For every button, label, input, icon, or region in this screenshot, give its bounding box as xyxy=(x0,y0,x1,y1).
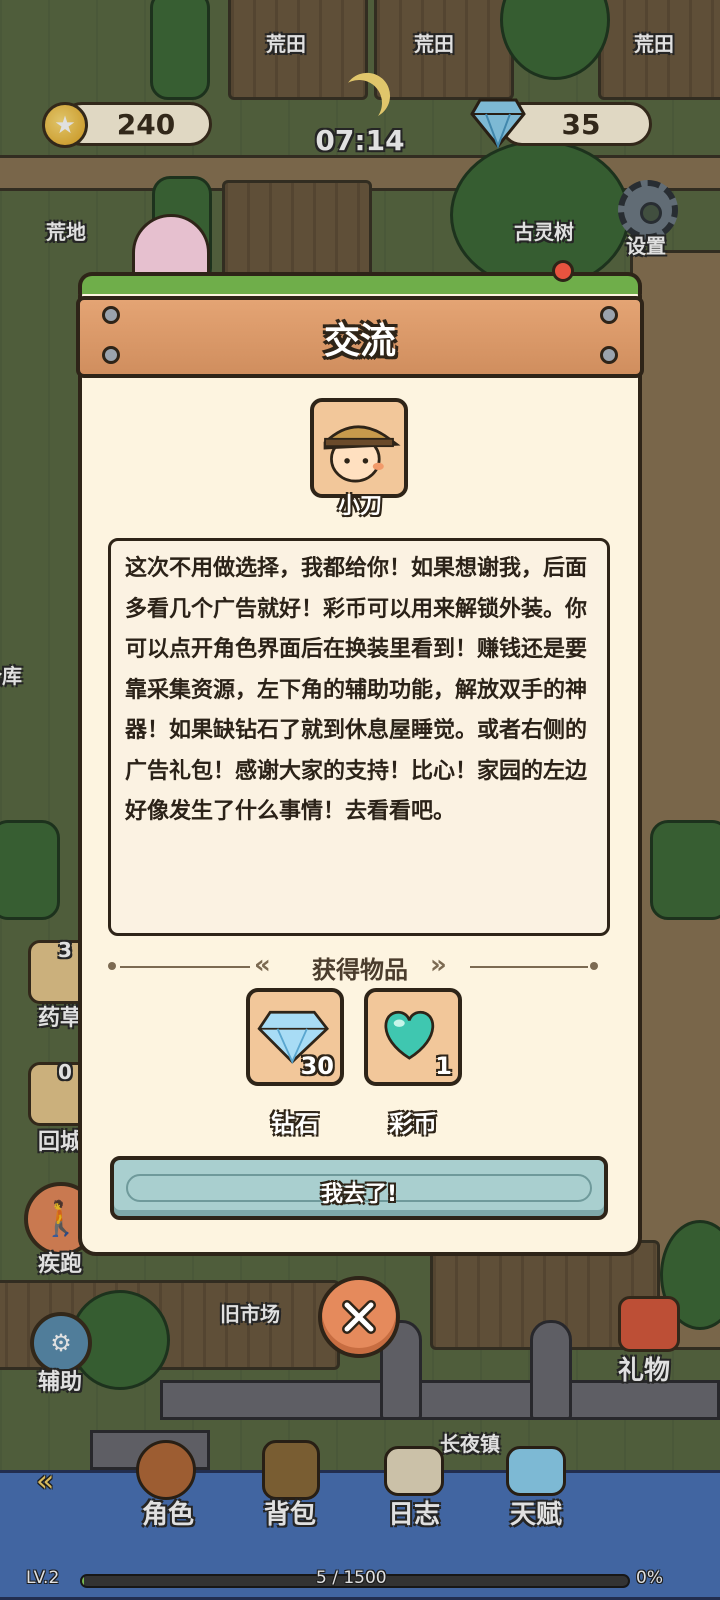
confirm-label: 我去了! xyxy=(320,1182,398,1207)
chevron-left-icon: « xyxy=(254,950,271,980)
modal-title: 交流 xyxy=(323,321,396,362)
divider-dot xyxy=(590,962,598,970)
flower-icon xyxy=(552,260,574,282)
divider-line xyxy=(120,966,250,968)
close-icon xyxy=(342,1300,376,1334)
reward-item-diamond[interactable]: 30 xyxy=(246,988,344,1086)
npc-name: 小刀 xyxy=(337,494,382,519)
dialog-text: 这次不用做选择，我都给你！如果想谢我，后面多看几个广告就好！彩币可以用来解锁外装… xyxy=(108,538,610,936)
chevron-right-icon: » xyxy=(430,950,447,980)
item-quantity: 30 xyxy=(300,1052,334,1080)
rewards-title: 获得物品 xyxy=(312,956,408,984)
confirm-button[interactable]: 我去了! xyxy=(110,1156,608,1220)
npc-avatar-icon xyxy=(323,425,401,483)
divider-dot xyxy=(108,962,116,970)
item-name: 钻石 xyxy=(271,1110,319,1138)
item-name: 彩币 xyxy=(389,1110,437,1138)
divider-line xyxy=(470,966,588,968)
item-quantity: 1 xyxy=(435,1052,452,1080)
close-button[interactable] xyxy=(318,1276,400,1358)
npc-portrait xyxy=(310,398,408,498)
reward-item-color-coin[interactable]: 1 xyxy=(364,988,462,1086)
